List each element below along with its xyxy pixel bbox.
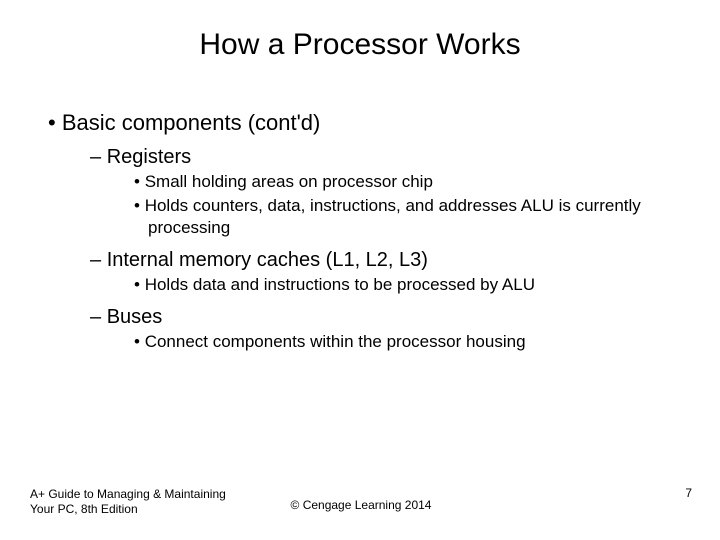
slide: How a Processor Works Basic components (… (0, 0, 720, 540)
bullet-l2-buses-text: Buses (107, 306, 163, 328)
bullet-l2-registers-text: Registers (107, 146, 191, 168)
page-number: 7 (685, 486, 692, 500)
bullet-l2-registers: Registers Small holding areas on process… (66, 146, 692, 239)
bullet-l2-caches: Internal memory caches (L1, L2, L3) Hold… (66, 249, 692, 296)
bullet-l1: Basic components (cont'd) Registers Smal… (30, 110, 692, 353)
slide-body: Basic components (cont'd) Registers Smal… (30, 110, 692, 361)
bullet-l3-text: Holds data and instructions to be proces… (145, 275, 535, 294)
bullet-l3-text: Small holding areas on processor chip (145, 172, 433, 191)
slide-title: How a Processor Works (0, 28, 720, 62)
bullet-l2-buses: Buses Connect components within the proc… (66, 306, 692, 353)
bullet-l3: Holds data and instructions to be proces… (108, 274, 692, 296)
bullet-l3-text: Holds counters, data, instructions, and … (145, 196, 641, 237)
bullet-l1-text: Basic components (cont'd) (62, 110, 321, 135)
bullet-l3: Holds counters, data, instructions, and … (108, 195, 692, 239)
bullet-l2-caches-text: Internal memory caches (L1, L2, L3) (107, 249, 428, 271)
bullet-l3: Small holding areas on processor chip (108, 171, 692, 193)
bullet-l3-text: Connect components within the processor … (145, 332, 526, 351)
footer-copyright: © Cengage Learning 2014 (30, 498, 692, 512)
bullet-l3: Connect components within the processor … (108, 331, 692, 353)
